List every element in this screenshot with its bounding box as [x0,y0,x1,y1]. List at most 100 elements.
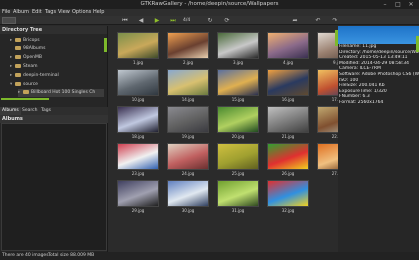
thumbnail-image[interactable] [217,69,259,96]
thumbnail-image[interactable] [167,106,209,133]
tree-item-source[interactable]: ▾ source [10,81,38,89]
first-icon[interactable]: ▶ [152,17,162,24]
folder-icon [15,54,21,59]
thumbnail-image[interactable] [117,32,159,59]
thumbnail-image[interactable] [167,32,209,59]
folder-icon [15,81,21,86]
tree-horizontal-scrollbar[interactable] [1,98,49,100]
thumbnail-item[interactable]: 20.jpg [215,104,261,141]
thumbnail-image[interactable] [117,180,159,207]
menu-album[interactable]: Album [13,9,29,16]
directory-tree-header: Directory Tree [0,26,107,34]
next-icon[interactable]: ◀ [136,17,146,24]
thumbnail-item[interactable]: 32.jpg [265,178,311,215]
menu-help[interactable]: Help [93,9,104,16]
minimize-button[interactable]: – [378,0,392,9]
info-pane: Filename: 11.jpg Directory: /home/deepin… [338,26,419,252]
thumbnail-item[interactable]: 15.jpg [215,67,261,104]
prev-icon[interactable]: ⏮ [120,17,130,24]
thumbnail-caption: 32.jpg [281,208,295,213]
tree-item-label: OpenMB [23,55,42,60]
tree-item-bricops[interactable]: ▸ Bricops [10,37,40,45]
maximize-button[interactable]: □ [391,0,405,9]
thumbnail-item[interactable]: 10.jpg [115,67,161,104]
thumbnail-image[interactable] [167,143,209,170]
thumbnail-caption: 15.jpg [231,97,245,102]
thumbnail-item[interactable]: 18.jpg [115,104,161,141]
thumbnail-item[interactable]: 2.jpg [165,30,211,67]
thumbnail-caption: 14.jpg [181,97,195,102]
thumbnail-item[interactable]: 26.jpg [265,141,311,178]
menu-view[interactable]: View [58,9,70,16]
thumbnail-caption: 4.jpg [282,60,293,65]
path-field[interactable] [2,17,16,24]
thumbnail-image[interactable] [217,143,259,170]
tree-item-openmb[interactable]: ▸ OpenMB [10,54,42,62]
thumbnail-image[interactable] [267,143,309,170]
thumbnail-item[interactable]: 30.jpg [165,178,211,215]
title-bar: GTKRawGallery - /home/deepin/source/Wall… [0,0,419,9]
thumbnail-item[interactable]: 14.jpg [165,67,211,104]
thumbnail-image[interactable] [217,180,259,207]
thumbnail-caption: 20.jpg [231,134,245,139]
refresh-icon[interactable]: ↻ [205,17,215,24]
menu-edit[interactable]: Edit [32,9,42,16]
thumbnail-image[interactable] [267,106,309,133]
exif-info: Filename: 11.jpg Directory: /home/deepin… [338,44,419,106]
menu-file[interactable]: File [2,9,10,16]
last-icon[interactable]: ⏭ [168,17,178,24]
tree-item-deepin-terminal[interactable]: ▸ deepin-terminal [10,72,59,80]
tree-item-steam[interactable]: ▸ Steam [10,63,38,71]
tree-vertical-scrollbar[interactable] [104,38,107,52]
thumbnail-item[interactable]: 3.jpg [215,30,261,67]
thumbnail-caption: 24.jpg [181,171,195,176]
thumbnail-item[interactable]: 1.jpg [115,30,161,67]
thumbnail-item[interactable]: 23.jpg [115,141,161,178]
tab-albums[interactable]: Albums [0,107,21,115]
thumbnail-caption: 1.jpg [132,60,143,65]
tree-item-98albums[interactable]: 98Albums [10,45,46,53]
menu-options[interactable]: Options [72,9,91,16]
menu-tags[interactable]: Tags [45,9,56,16]
tree-item-label: 98Albums [23,46,46,51]
thumbnail-image[interactable] [267,32,309,59]
info-format: Format: 2560x1764 [339,99,384,105]
albums-list[interactable] [1,123,107,251]
thumbnail-item[interactable]: 25.jpg [215,141,261,178]
thumbnail-item[interactable]: 24.jpg [165,141,211,178]
thumbnail-image[interactable] [167,69,209,96]
tree-item-label: source [23,82,38,87]
folder-icon [23,89,29,94]
thumbnail-image[interactable] [117,69,159,96]
folder-icon [15,45,21,50]
forward-icon[interactable]: ➦ [290,17,300,24]
info-software: Software: Adobe Photoshop CS6 (Windo [339,71,419,77]
thumbnail-image[interactable] [117,143,159,170]
thumbnail-item[interactable]: 19.jpg [165,104,211,141]
thumbnail-image[interactable] [217,106,259,133]
thumbnail-image[interactable] [217,32,259,59]
menu-bar: File Album Edit Tags View Options Help [0,9,419,16]
thumbnail-image[interactable] [117,106,159,133]
tree-item-label: Steam [23,64,38,69]
thumbnail-image[interactable] [267,180,309,207]
thumbnail-image[interactable] [167,180,209,207]
tab-tags[interactable]: Tags [39,107,53,115]
rotate-icon[interactable]: ⟳ [222,17,232,24]
thumbnail-caption: 25.jpg [231,171,245,176]
tab-search[interactable]: Search [20,107,39,115]
thumbnail-item[interactable]: 31.jpg [215,178,261,215]
thumbnail-caption: 10.jpg [131,97,145,102]
thumbnail-caption: 30.jpg [181,208,195,213]
status-total-size: Total size 88.009 MB [48,253,95,258]
undo-icon[interactable]: ↶ [313,17,323,24]
thumbnail-item[interactable]: 29.jpg [115,178,161,215]
thumbnail-image[interactable] [267,69,309,96]
redo-icon[interactable]: ↷ [330,17,340,24]
close-button[interactable]: ✕ [404,0,418,9]
thumbnail-item[interactable]: 21.jpg [265,104,311,141]
thumbnail-item[interactable]: 4.jpg [265,30,311,67]
thumbnail-item[interactable]: 16.jpg [265,67,311,104]
thumbnail-caption: 21.jpg [281,134,295,139]
tree-item-billboard[interactable]: ▸ Billboard Hot 100 Singles Ch [18,89,104,97]
